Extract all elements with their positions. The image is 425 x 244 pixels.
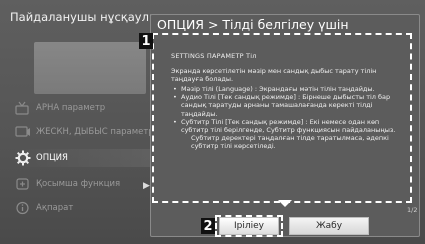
menu-item-label: АРНА параметр bbox=[36, 103, 106, 113]
close-button[interactable]: Жабу bbox=[289, 217, 369, 235]
antenna-icon bbox=[14, 100, 32, 116]
menu-item-option[interactable]: ОПЦИЯ bbox=[10, 149, 152, 167]
menu-item-channel[interactable]: АРНА параметр bbox=[14, 100, 105, 116]
bullet-menu-language: Мәзір тілі (Language) : Экрандағы мәтін … bbox=[171, 85, 406, 93]
menu-item-label: Ақпарат bbox=[36, 203, 74, 213]
picture-sound-icon bbox=[14, 124, 32, 140]
chevron-right-icon: ▶ bbox=[143, 181, 150, 191]
menu-item-label: ОПЦИЯ bbox=[36, 153, 68, 163]
menu-item-label: ЖЕСКН, ДЫБЫС параметр bbox=[36, 127, 154, 137]
dialog-title: ОПЦИЯ > Тілді белгілеу үшін bbox=[157, 17, 349, 32]
extra-function-icon bbox=[14, 176, 32, 192]
callout-badge-1: 1 bbox=[139, 33, 153, 49]
subtitle-note: Субтитр деректері таңдалған тілде тараты… bbox=[191, 133, 389, 150]
preview-thumbnail bbox=[34, 42, 146, 94]
callout-badge-2: 2 bbox=[201, 218, 215, 234]
frame-pointer bbox=[278, 200, 292, 207]
bullet-subtitle-language: Субтитр Тілі [Тек сандық режимде] : Екі … bbox=[171, 118, 406, 134]
menu-item-picture-sound[interactable]: ЖЕСКН, ДЫБЫС параметр bbox=[14, 124, 154, 140]
gear-icon bbox=[14, 150, 32, 166]
menu-item-info[interactable]: Ақпарат bbox=[14, 200, 73, 216]
apply-button[interactable]: Іріліеу bbox=[219, 217, 279, 235]
intro-text: Экранда көрсетілетін мәзір мен сандық ды… bbox=[171, 67, 377, 84]
settings-breadcrumb: SETTINGS ПАРАМЕТР Тіл bbox=[171, 52, 257, 60]
help-content: SETTINGS ПАРАМЕТР Тіл Экранда көрсетілет… bbox=[171, 52, 406, 152]
bullet-audio-language: Аудио Тілі [Тек сандық режимде] : Бірнеш… bbox=[171, 93, 406, 117]
menu-item-label: Қосымша функция bbox=[36, 179, 121, 189]
info-icon bbox=[14, 200, 32, 216]
bullet-list: Мәзір тілі (Language) : Экрандағы мәтін … bbox=[171, 85, 406, 134]
page-indicator: 1/2 bbox=[407, 206, 418, 214]
user-guide-screen: Пайдаланушы нұсқаулығы АРНА параметр ЖЕС… bbox=[0, 0, 425, 244]
menu-item-extra[interactable]: Қосымша функция bbox=[14, 176, 120, 192]
